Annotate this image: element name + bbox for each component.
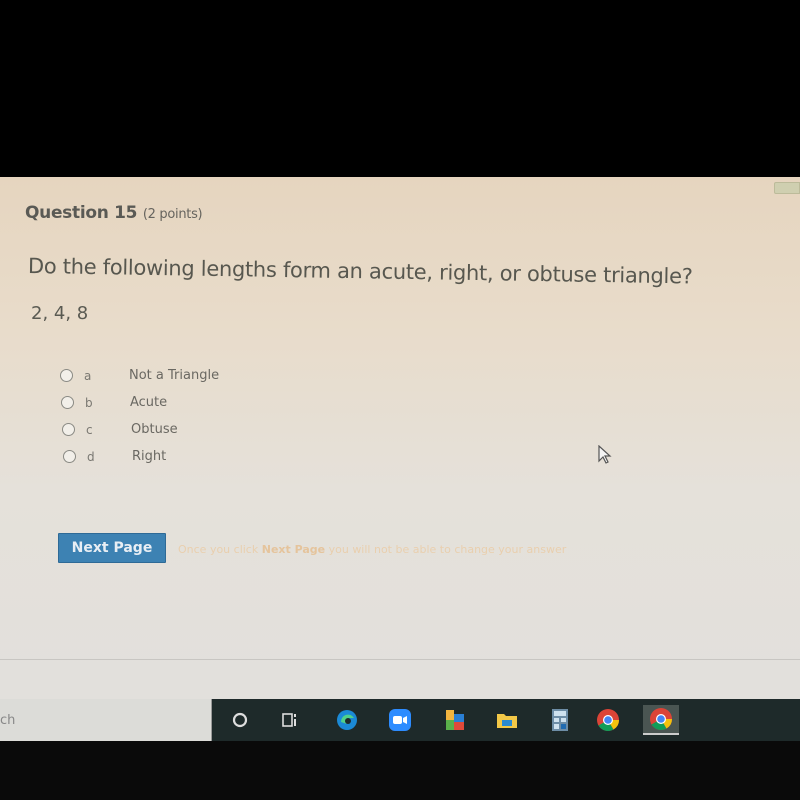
next-page-button[interactable]: Next Page — [58, 533, 166, 563]
file-explorer-icon[interactable] — [492, 705, 522, 735]
option-a[interactable]: a Not a Triangle — [60, 362, 219, 389]
calculator-icon[interactable] — [545, 705, 575, 735]
radio-button[interactable] — [60, 369, 73, 382]
cortana-icon[interactable] — [225, 705, 255, 735]
corner-tab[interactable] — [774, 182, 800, 194]
option-letter: c — [86, 422, 93, 437]
search-text: ch — [0, 713, 16, 728]
zoom-icon[interactable] — [385, 705, 415, 735]
monitor-bezel-bottom — [0, 741, 800, 800]
radio-button[interactable] — [62, 423, 75, 436]
chrome-icon-active[interactable] — [643, 705, 679, 735]
edge-icon[interactable] — [332, 705, 362, 735]
page-divider — [0, 659, 800, 660]
monitor-bezel-top — [0, 0, 800, 177]
office-icon[interactable] — [440, 705, 470, 735]
question-prompt: Do the following lengths form an acute, … — [27, 254, 693, 289]
option-text[interactable]: Right — [132, 449, 166, 464]
option-b[interactable]: b Acute — [61, 389, 220, 416]
question-header: Question 15 (2 points) — [25, 203, 203, 223]
quiz-page: Question 15 (2 points) Do the following … — [0, 177, 800, 699]
option-letter: d — [87, 449, 95, 464]
radio-button[interactable] — [61, 396, 74, 409]
warning-text-after: you will not be able to change your answ… — [325, 543, 567, 556]
option-letter: b — [85, 395, 93, 410]
question-points: (2 points) — [142, 207, 203, 222]
option-c[interactable]: c Obtuse — [62, 416, 221, 443]
taskbar-search-box[interactable]: ch — [0, 699, 212, 741]
mouse-cursor-icon — [598, 444, 614, 469]
option-text[interactable]: Not a Triangle — [129, 368, 219, 383]
option-text[interactable]: Obtuse — [131, 422, 178, 437]
option-d[interactable]: d Right — [63, 443, 222, 470]
warning-text-before: Once you click — [178, 543, 262, 556]
answer-options: a Not a Triangle b Acute c Obtuse d Righ… — [60, 362, 219, 470]
warning-text-bold: Next Page — [261, 543, 326, 556]
windows-taskbar: ch — [0, 699, 800, 741]
radio-button[interactable] — [63, 450, 76, 463]
task-view-icon[interactable] — [275, 705, 305, 735]
question-values: 2, 4, 8 — [31, 303, 89, 324]
next-page-warning: Once you click Next Page you will not be… — [178, 543, 566, 556]
option-letter: a — [84, 368, 92, 383]
question-title: Question 15 — [25, 203, 138, 223]
option-text[interactable]: Acute — [130, 395, 167, 410]
chrome-icon[interactable] — [593, 705, 623, 735]
